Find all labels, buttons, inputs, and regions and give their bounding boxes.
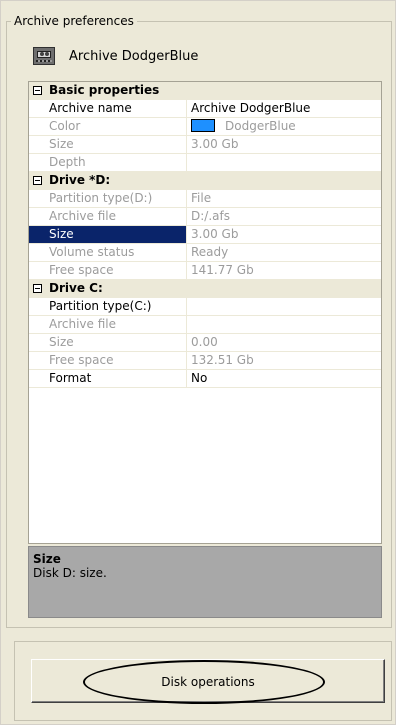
- property-value[interactable]: Archive DodgerBlue: [187, 100, 381, 117]
- property-row-size-d-selected[interactable]: Size 3.00 Gb: [29, 226, 381, 244]
- collapse-toggle-icon[interactable]: [33, 86, 42, 95]
- property-row-archive-name[interactable]: Archive name Archive DodgerBlue: [29, 100, 381, 118]
- property-value[interactable]: File: [187, 190, 381, 207]
- property-row-depth[interactable]: Depth: [29, 154, 381, 172]
- description-text: Disk D: size.: [33, 566, 107, 580]
- property-name: Partition type(C:): [29, 298, 187, 315]
- category-title: Drive C:: [49, 281, 103, 295]
- category-basic-properties[interactable]: Basic properties: [29, 82, 381, 100]
- property-row-free-space-c[interactable]: Free space 132.51 Gb: [29, 352, 381, 370]
- property-name: Free space: [29, 262, 187, 279]
- archive-preferences-panel: Archive preferences Archive DodgerBlue B…: [0, 0, 396, 725]
- collapse-toggle-icon[interactable]: [33, 284, 42, 293]
- property-value[interactable]: [187, 316, 381, 333]
- description-title: Size: [33, 552, 61, 566]
- property-name: Color: [29, 118, 187, 135]
- property-row-partition-type-c[interactable]: Partition type(C:): [29, 298, 381, 316]
- property-name: Depth: [29, 154, 187, 171]
- property-value[interactable]: [187, 154, 381, 171]
- property-grid[interactable]: Basic properties Archive name Archive Do…: [28, 81, 382, 544]
- property-row-format[interactable]: Format No: [29, 370, 381, 388]
- property-row-color[interactable]: Color DodgerBlue: [29, 118, 381, 136]
- property-description-pane: Size Disk D: size.: [28, 546, 382, 618]
- category-drive-c[interactable]: Drive C:: [29, 280, 381, 298]
- archive-header: Archive DodgerBlue: [33, 42, 373, 70]
- property-value[interactable]: Ready: [187, 244, 381, 261]
- property-name-selected: Size: [29, 226, 187, 243]
- property-name: Archive file: [29, 316, 187, 333]
- property-value[interactable]: 132.51 Gb: [187, 352, 381, 369]
- archive-title: Archive DodgerBlue: [69, 48, 199, 64]
- property-name: Format: [29, 370, 187, 387]
- property-name: Archive name: [29, 100, 187, 117]
- property-row-archive-file-c[interactable]: Archive file: [29, 316, 381, 334]
- property-name: Archive file: [29, 208, 187, 225]
- property-name: Size: [29, 334, 187, 351]
- property-row-archive-file-d[interactable]: Archive file D:/.afs: [29, 208, 381, 226]
- group-legend: Archive preferences: [11, 13, 137, 29]
- disk-operations-button[interactable]: Disk operations: [31, 659, 385, 703]
- category-title: Drive *D:: [49, 173, 111, 187]
- property-value[interactable]: 3.00 Gb: [187, 136, 381, 153]
- property-name: Partition type(D:): [29, 190, 187, 207]
- property-value[interactable]: 0.00: [187, 334, 381, 351]
- property-name: Free space: [29, 352, 187, 369]
- property-value[interactable]: D:/.afs: [187, 208, 381, 225]
- property-name: Volume status: [29, 244, 187, 261]
- property-name: Size: [29, 136, 187, 153]
- disk-operations-label: Disk operations: [161, 675, 255, 689]
- property-value[interactable]: [187, 298, 381, 315]
- property-row-size-c[interactable]: Size 0.00: [29, 334, 381, 352]
- category-drive-d[interactable]: Drive *D:: [29, 172, 381, 190]
- color-value-text: DodgerBlue: [225, 119, 296, 133]
- property-value[interactable]: No: [187, 370, 381, 387]
- property-value[interactable]: 3.00 Gb: [187, 226, 381, 243]
- property-value[interactable]: 141.77 Gb: [187, 262, 381, 279]
- property-row-volume-status[interactable]: Volume status Ready: [29, 244, 381, 262]
- property-row-free-space-d[interactable]: Free space 141.77 Gb: [29, 262, 381, 280]
- actions-group: Disk operations: [14, 641, 392, 721]
- property-row-partition-type-d[interactable]: Partition type(D:) File: [29, 190, 381, 208]
- archive-tape-icon: [33, 47, 55, 65]
- property-value[interactable]: DodgerBlue: [187, 118, 381, 135]
- property-row-size[interactable]: Size 3.00 Gb: [29, 136, 381, 154]
- collapse-toggle-icon[interactable]: [33, 176, 42, 185]
- color-swatch: [191, 119, 215, 132]
- category-title: Basic properties: [49, 83, 160, 97]
